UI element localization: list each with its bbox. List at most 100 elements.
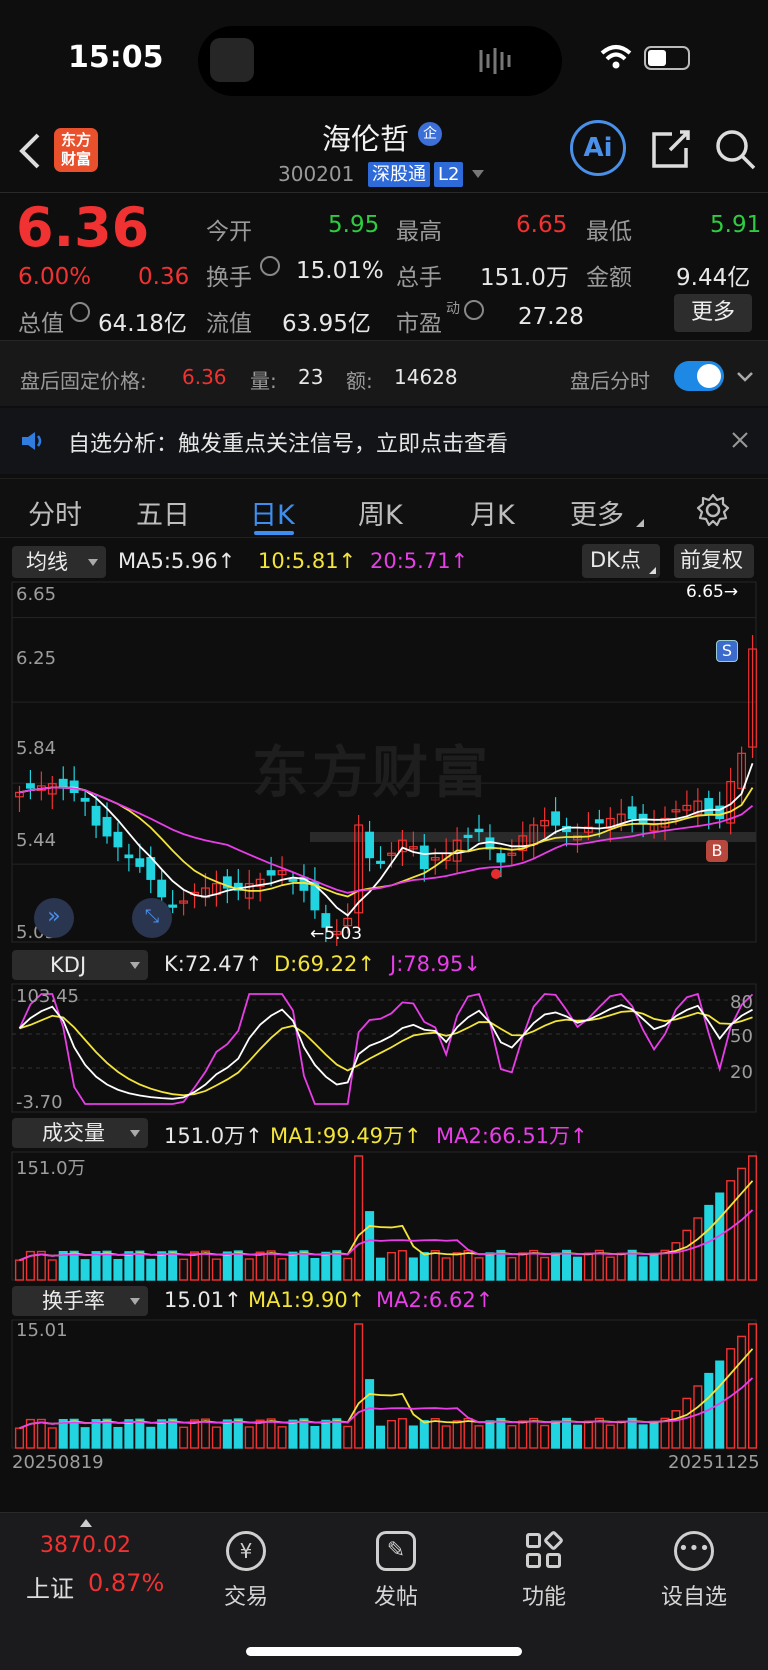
float-value: 63.95亿 [282,311,371,337]
app-logo[interactable]: 东方 财富 [54,128,98,172]
turnover-bar [397,1418,407,1449]
tab-monthly-k[interactable]: 月K [470,493,515,532]
indicator-selector-kdj[interactable]: KDJ [12,950,148,980]
indicator-selector-turnover[interactable]: 换手率 [12,1286,148,1316]
close-icon[interactable] [732,432,748,448]
after-hours-toggle[interactable] [674,361,724,391]
tab-daily-k[interactable]: 日K [250,493,295,532]
nav-trade[interactable]: ¥ 交易 [196,1525,296,1611]
expand-button[interactable]: » [34,898,74,938]
pe-label: 市盈 [396,311,442,337]
candle-body [25,783,35,789]
candle-body [474,828,484,833]
tab-five-day[interactable]: 五日 [136,493,190,532]
volume-bar [386,1251,396,1281]
ma20-value: 20:5.71↑ [370,549,469,573]
signal-notice[interactable]: 自选分析：触发重点关注信号，立即点击查看 [0,408,768,474]
candle-body [288,878,298,882]
change-amount: 0.36 [138,264,190,290]
active-tab-indicator [254,531,294,535]
float-label: 流值 [206,311,252,337]
turnover-bar [135,1418,145,1449]
candle-body [704,798,714,815]
vol-ma2: MA2:66.51万↑ [436,1124,588,1148]
volume-bar [572,1256,582,1281]
nav-watchlist[interactable]: ••• 设自选 [644,1525,744,1611]
turnover-bar [452,1420,462,1449]
volume-bar [200,1250,210,1281]
share-icon[interactable] [650,128,692,170]
turnover-bar [638,1424,648,1449]
volume-bar [649,1252,659,1281]
volume-bar [113,1258,123,1281]
axis-label-2: 6.25 [16,648,57,669]
index-name[interactable]: 上证 [26,1569,74,1604]
candle-body [80,797,90,802]
candle-body [496,853,506,863]
turnover-bar [441,1425,451,1449]
search-icon[interactable] [714,128,758,172]
dk-point-button[interactable]: DK点 [582,544,660,578]
stock-name: 海伦哲 [322,122,410,156]
turnover-bar [748,1323,758,1449]
kdj-k-line [18,1004,753,1100]
turnover-bar [376,1425,386,1449]
turnover-bar [244,1426,254,1449]
turnover-bar [386,1419,396,1449]
candle-body [365,831,375,859]
nav-function-label: 功能 [521,1585,566,1610]
ma10-value: 10:5.81↑ [258,549,357,573]
indicator-selector-volume[interactable]: 成交量 [12,1118,148,1148]
nav-function[interactable]: 功能 [494,1525,594,1611]
info-icon[interactable] [70,302,90,322]
adjust-button[interactable]: 前复权 [674,544,754,578]
signal-dot [491,869,501,879]
back-icon[interactable] [18,132,42,170]
ai-icon[interactable]: Ai [570,120,626,176]
pe-info-icon[interactable] [464,300,484,320]
turnover-bar [255,1419,265,1449]
indicator-selector-ma[interactable]: 均线 [12,546,106,578]
tab-more[interactable]: 更多 [570,493,624,532]
more-button[interactable]: 更多 [674,294,752,332]
turnover-value: 15.01% [296,258,384,284]
turnover-bar [222,1419,232,1449]
volume-bar [463,1249,473,1281]
volume-bar [562,1249,572,1281]
after-hours-price: 6.36 [182,365,227,389]
volume-bar [288,1251,298,1281]
turnover-info-icon[interactable] [260,256,280,276]
trade-icon: ¥ [226,1531,266,1571]
candle-body [419,845,429,870]
index-value[interactable]: 3870.02 [40,1533,131,1558]
zoom-button[interactable]: ⤡ [132,898,172,938]
kdj-chart [11,983,757,1113]
volume-bar [157,1251,167,1281]
volume-bar [124,1251,134,1281]
watermark: 东方财富 [252,741,492,806]
vol-top: 151.0万 [16,1158,86,1179]
volume-bar [627,1249,637,1281]
tab-weekly-k[interactable]: 周K [358,493,403,532]
volume-bar [135,1250,145,1281]
kdj-d-line [19,1010,753,1097]
hs-selector-label: 换手率 [42,1289,105,1313]
turnover-bar [113,1426,123,1449]
volume-bar [222,1251,232,1281]
index-arrow-icon [80,1519,92,1527]
dropdown-icon[interactable] [472,170,484,178]
gear-icon[interactable] [696,493,730,527]
volume-bar [343,1257,353,1281]
kdj-d: D:69.22↑ [274,952,375,976]
volume-bar [168,1250,178,1281]
date-end: 20251125 [668,1452,760,1473]
tab-intraday[interactable]: 分时 [28,493,82,532]
chevron-down-icon[interactable] [736,371,754,383]
volume-bar [211,1258,221,1281]
low-label: 最低 [586,219,632,245]
nav-post[interactable]: ✎ 发帖 [346,1525,446,1611]
volume-bar [47,1259,57,1281]
volume-bar [638,1256,648,1281]
volume-bar [441,1257,451,1281]
turnover-bar [507,1424,517,1449]
